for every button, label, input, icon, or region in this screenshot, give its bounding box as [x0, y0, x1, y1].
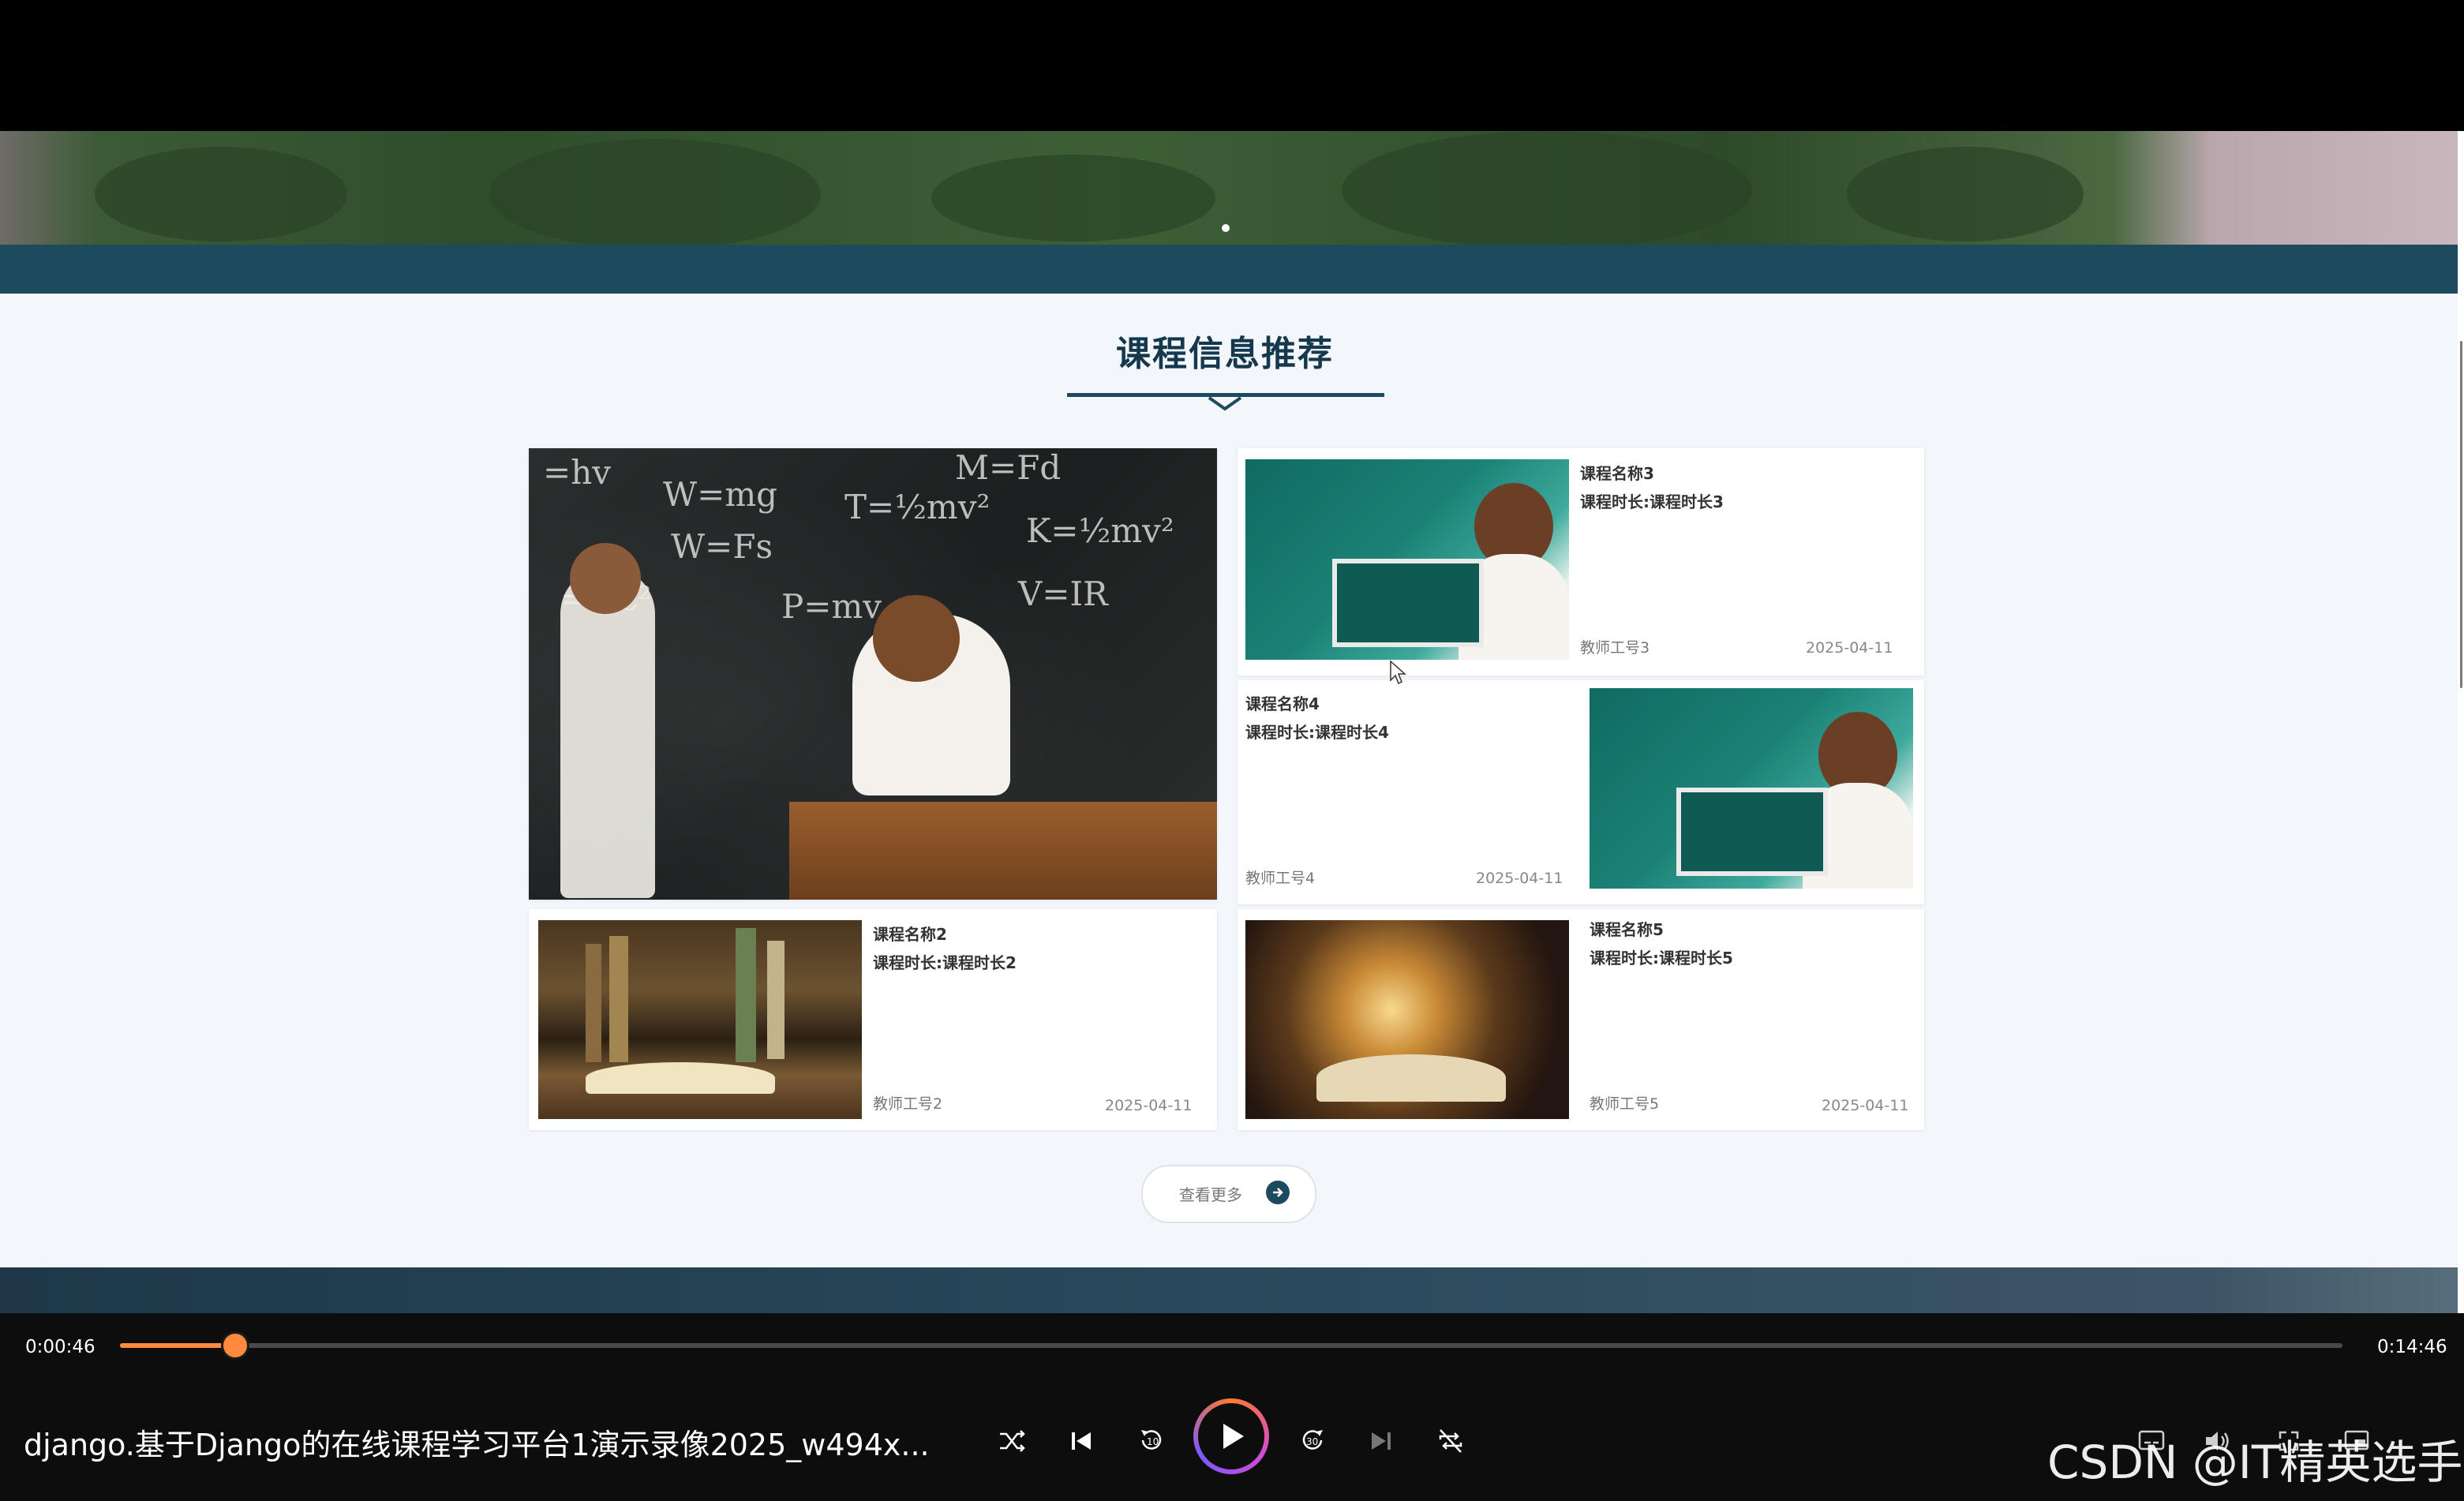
course-date: 2025-04-11 [1806, 639, 1893, 657]
next-icon[interactable] [1365, 1425, 1397, 1457]
course-duration: 课程时长:课程时长4 [1245, 723, 1389, 742]
csdn-watermark: CSDN @IT精英选手 [2047, 1435, 2463, 1489]
course-duration: 课程时长:课程时长2 [873, 953, 1017, 972]
play-icon[interactable] [1198, 1403, 1264, 1469]
course-image [538, 920, 862, 1119]
mouse-cursor-icon [1390, 660, 1406, 685]
title-chevron-icon [1208, 396, 1242, 411]
course-name: 课程名称3 [1580, 464, 1654, 483]
course-card[interactable]: 课程名称4 课程时长:课程时长4 教师工号4 2025-04-11 [1238, 680, 1924, 904]
recommend-section [0, 294, 2458, 1267]
course-teacher: 教师工号5 [1590, 1095, 1660, 1113]
course-teacher: 教师工号2 [873, 1095, 943, 1113]
forward-30-icon[interactable]: 30 [1296, 1424, 1329, 1457]
course-date: 2025-04-11 [1476, 870, 1563, 887]
course-card[interactable]: 课程名称2 课程时长:课程时长2 教师工号2 2025-04-11 [529, 909, 1217, 1130]
seek-handle[interactable] [223, 1334, 247, 1357]
course-teacher: 教师工号3 [1580, 639, 1650, 657]
course-image [1590, 688, 1913, 889]
course-name: 课程名称2 [873, 925, 947, 944]
arrow-right-icon [1266, 1181, 1290, 1204]
section-title: 课程信息推荐 [1116, 334, 1334, 374]
video-letterbox-top [0, 0, 2464, 131]
course-image [1245, 459, 1569, 660]
previous-icon[interactable] [1065, 1425, 1097, 1457]
current-time: 0:00:46 [25, 1337, 95, 1357]
view-more-label: 查看更多 [1179, 1185, 1242, 1204]
page-footer-band [0, 1267, 2458, 1313]
video-title: django.基于Django的在线课程学习平台1演示录像2025_w494x.… [24, 1428, 930, 1462]
course-card-featured[interactable]: =hv W=mg T=½mv² M=Fd W=Fs K=½mv² =mc² P=… [529, 448, 1217, 900]
course-name: 课程名称5 [1590, 920, 1664, 939]
course-date: 2025-04-11 [1105, 1097, 1193, 1114]
shuffle-icon[interactable] [996, 1425, 1028, 1457]
carousel-dot[interactable] [1222, 224, 1230, 232]
course-duration: 课程时长:课程时长5 [1590, 949, 1733, 968]
banner-bottom-strip [0, 245, 2458, 294]
course-card[interactable]: 课程名称5 课程时长:课程时长5 教师工号5 2025-04-11 [1238, 909, 1924, 1130]
course-image [1245, 920, 1569, 1119]
total-time: 0:14:46 [2377, 1337, 2447, 1357]
course-date: 2025-04-11 [1822, 1097, 1909, 1114]
seek-bar-progress [120, 1343, 235, 1348]
repeat-off-icon[interactable] [1435, 1425, 1466, 1457]
seek-bar[interactable] [120, 1343, 2342, 1348]
course-name: 课程名称4 [1245, 694, 1320, 713]
scrollbar[interactable] [2458, 131, 2464, 1313]
scrollbar-thumb[interactable] [2460, 341, 2462, 688]
hero-banner-image [0, 131, 2458, 245]
course-teacher: 教师工号4 [1245, 870, 1316, 887]
course-card[interactable]: 课程名称3 课程时长:课程时长3 教师工号3 2025-04-11 [1238, 448, 1924, 676]
course-duration: 课程时长:课程时长3 [1580, 492, 1724, 511]
course-image-chalkboard: =hv W=mg T=½mv² M=Fd W=Fs K=½mv² =mc² P=… [529, 448, 1217, 900]
rewind-10-icon[interactable]: 10 [1135, 1424, 1168, 1457]
svg-text:10: 10 [1147, 1436, 1159, 1447]
svg-text:30: 30 [1306, 1436, 1318, 1447]
